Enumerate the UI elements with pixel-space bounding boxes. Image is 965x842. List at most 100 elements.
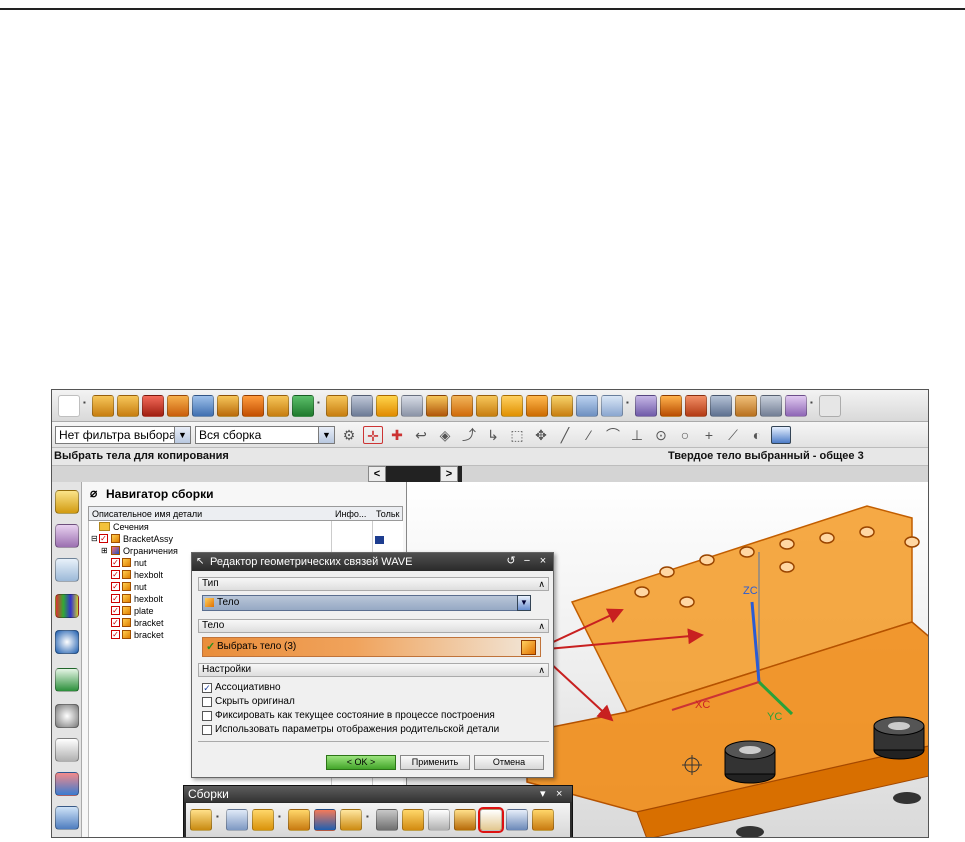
select-edge-icon[interactable]: ↳ [483,426,503,444]
trim-body-icon[interactable] [685,394,707,417]
checkbox-checked[interactable]: ✓ [99,534,108,543]
chevron-down-icon[interactable]: ▼ [517,595,531,611]
history-icon[interactable] [55,668,79,692]
option-hide-original[interactable]: Скрыть оригинал [202,696,295,709]
body-section-header[interactable]: Тело ∧ [198,619,549,633]
assembly-constraints-icon[interactable] [376,809,398,831]
new-file-icon[interactable] [58,394,80,417]
assemblies-toolbar-title-bar[interactable]: Сборки ▾ × [184,786,572,802]
option-fix-at-current-timestamp[interactable]: Фиксировать как текущее состояние в проц… [202,710,495,723]
new-component-icon[interactable] [252,809,274,831]
checkbox[interactable] [202,725,212,735]
arc-center-icon[interactable]: ⊙ [651,426,671,444]
dialog-menu-icon[interactable]: ↖ [196,553,204,571]
rectangle-select-icon[interactable]: ⬚ [507,426,527,444]
reuse-library-icon[interactable] [55,594,79,618]
close-icon[interactable]: × [556,786,562,802]
constraint-navigator-icon[interactable] [55,524,79,548]
collapse-icon[interactable]: ⊟ [91,533,98,545]
hole-icon[interactable] [217,394,239,417]
dialog-title-bar[interactable]: ↖ Редактор геометрических связей WAVE ↺ … [192,553,553,571]
nut-right[interactable] [873,716,925,760]
column-header-readonly[interactable]: Тольк [376,509,399,519]
settings-section-header[interactable]: Настройки ∧ [198,663,549,677]
pin-icon[interactable]: ⌀ [90,486,97,500]
checkbox-checked[interactable]: ✓ [111,618,120,627]
sphere-icon[interactable] [192,394,214,417]
checkbox-checked[interactable]: ✓ [111,558,120,567]
select-face-icon[interactable]: ⤴ [459,426,479,444]
cancel-button[interactable]: Отмена [474,755,544,770]
clock-icon[interactable] [55,704,79,728]
sew-icon[interactable] [735,394,757,417]
expand-icon[interactable]: ⊞ [101,545,108,557]
wave-geometry-linker-icon[interactable] [478,807,504,833]
scale-body-icon[interactable] [785,394,807,417]
more-icon[interactable] [819,394,841,417]
pocket-icon[interactable] [267,394,289,417]
split-body-icon[interactable] [710,394,732,417]
component-array-icon[interactable] [288,809,310,831]
chevron-up-icon[interactable]: ∧ [538,578,545,590]
tangent-icon[interactable]: ⌒ [603,426,623,444]
subtract-icon[interactable] [451,394,473,417]
checkbox-checked[interactable]: ✓ [111,606,120,615]
offset-face-icon[interactable] [601,394,623,417]
checkbox-checked[interactable]: ✓ [111,582,120,591]
scroll-right-button[interactable]: > [440,466,458,482]
part-navigator-icon[interactable] [55,558,79,582]
chevron-down-icon[interactable]: ▼ [174,426,190,443]
chamfer-icon[interactable] [526,394,548,417]
undo-selection-icon[interactable]: ↩ [411,426,431,444]
checkbox-checked[interactable]: ✓ [202,683,212,693]
checkbox[interactable] [202,697,212,707]
type-select[interactable]: Тело ▼ [202,595,531,611]
select-body-row[interactable]: ✓ Выбрать тело (3) [202,637,541,657]
close-icon[interactable]: × [536,555,550,569]
slot-icon[interactable] [326,394,348,417]
ok-button[interactable]: < OK > [326,755,396,770]
resource-bar-scroller[interactable]: < > [368,466,462,482]
replace-component-icon[interactable] [428,809,450,831]
show-degrees-of-freedom-icon[interactable] [402,809,424,831]
apply-button[interactable]: Применить [400,755,470,770]
nut-left[interactable] [724,740,776,784]
cylinder-icon[interactable] [167,394,189,417]
find-component-icon[interactable] [190,809,212,831]
column-header-info[interactable]: Инфо... [335,509,366,519]
add-component-icon[interactable] [226,809,248,831]
draft-icon[interactable] [576,394,598,417]
chevron-up-icon[interactable]: ∧ [538,620,545,632]
boss-icon[interactable] [242,394,264,417]
unite-icon[interactable] [426,394,448,417]
chevron-down-icon[interactable]: ▼ [318,426,334,443]
thread-icon[interactable] [401,394,423,417]
block-icon[interactable] [142,394,164,417]
line-icon[interactable]: ╱ [555,426,575,444]
view-cube-icon[interactable] [771,425,791,444]
select-body-button[interactable] [521,640,536,655]
move-icon[interactable]: ✥ [531,426,551,444]
groove-icon[interactable] [351,394,373,417]
checkbox-checked[interactable]: ✓ [111,594,120,603]
scope-select[interactable]: Вся сборка ▼ [195,425,335,444]
roles-icon[interactable] [55,806,79,830]
intersect-icon[interactable] [476,394,498,417]
perpendicular-icon[interactable]: ⊥ [627,426,647,444]
deselect-icon[interactable]: ◈ [435,426,455,444]
product-interface-icon[interactable] [506,809,528,831]
move-component-icon[interactable] [340,809,362,831]
scroll-left-button[interactable]: < [368,466,386,482]
pattern-icon[interactable] [635,394,657,417]
type-section-header[interactable]: Тип ∧ [198,577,549,591]
mirror-assembly-icon[interactable] [314,809,336,831]
web-browser-icon[interactable] [55,630,79,654]
exploded-views-icon[interactable] [532,809,554,831]
cross-point-icon[interactable]: + [699,426,719,444]
option-use-parent-display[interactable]: Использовать параметры отображения родит… [202,724,499,737]
extrude-icon[interactable] [92,394,114,417]
point-constructor-icon[interactable]: ✚ [387,426,407,444]
shell-icon[interactable] [551,394,573,417]
selection-options-icon[interactable]: ⚙ [339,426,359,444]
mirror-icon[interactable] [660,394,682,417]
